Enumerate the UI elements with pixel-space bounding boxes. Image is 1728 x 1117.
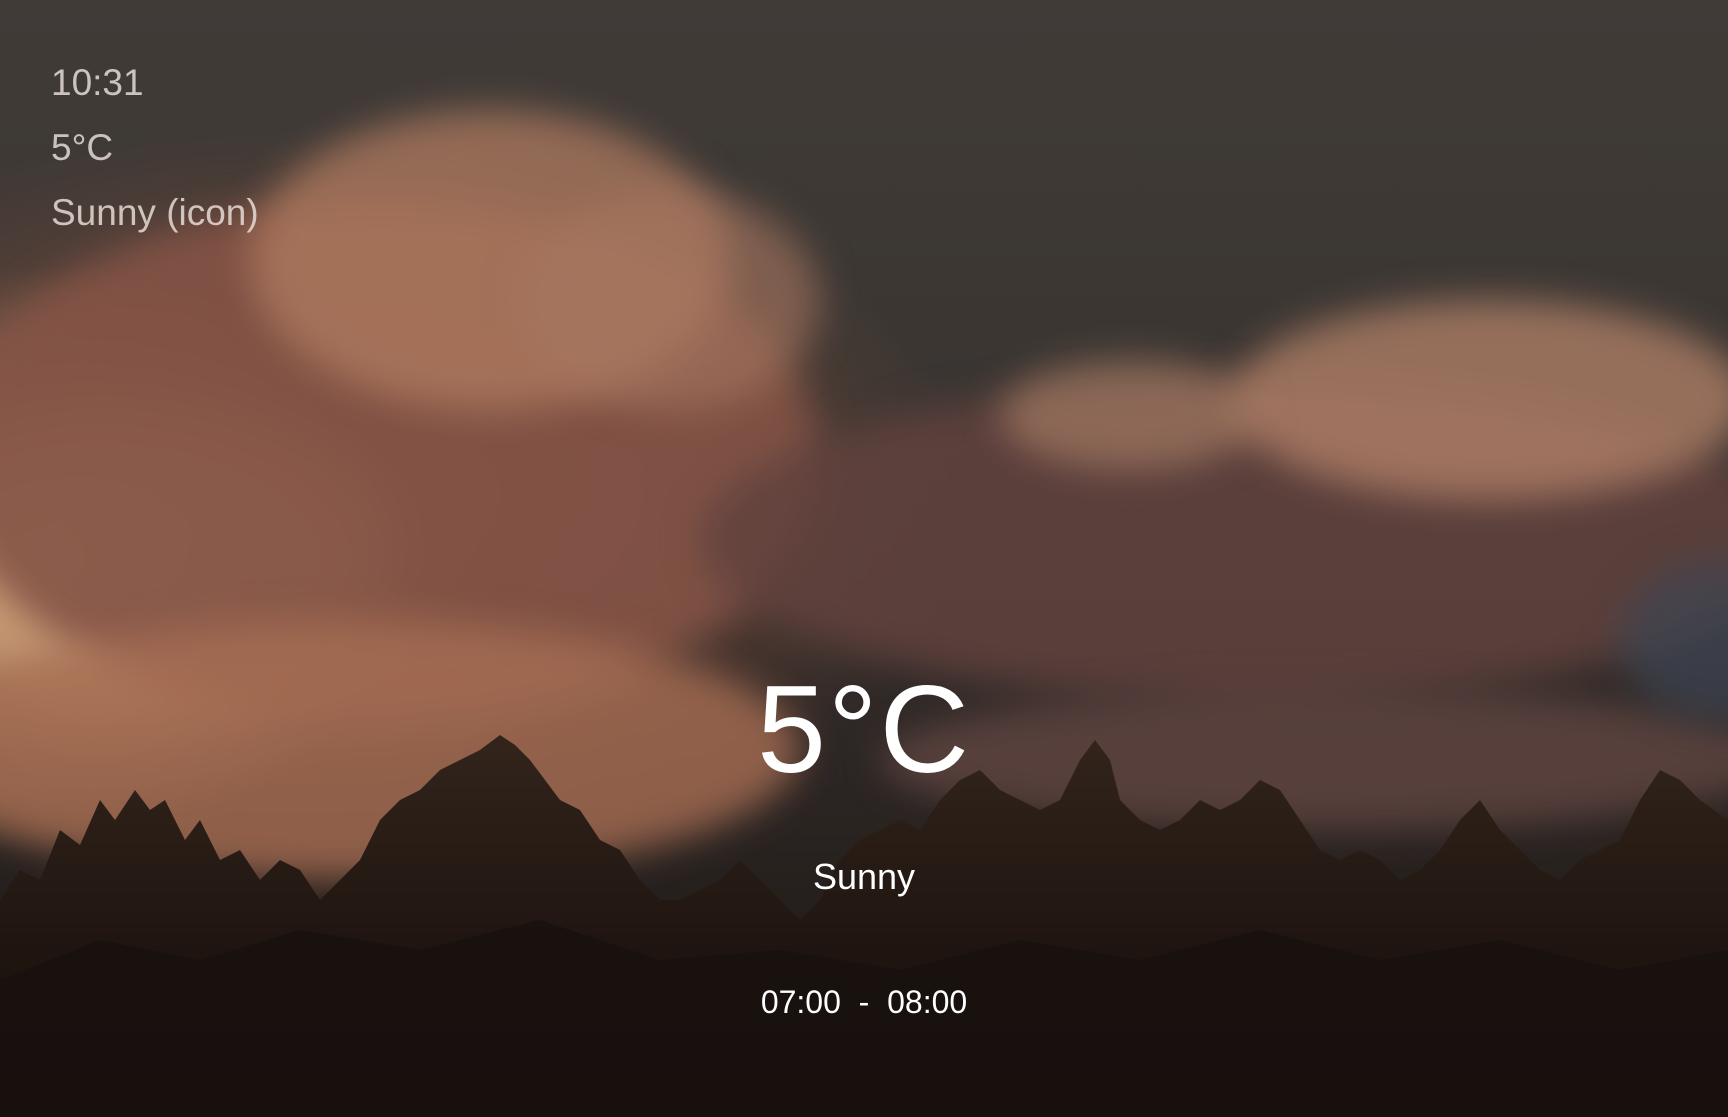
weather-screen: 10:31 5°C Sunny (icon) 5°C Sunny 07:00 -… [0, 0, 1728, 1117]
main-temperature: 5°C [756, 661, 972, 799]
status-temperature: 5°C [51, 127, 114, 168]
status-time: 10:31 [51, 62, 144, 103]
overlay-dim [0, 0, 1728, 1117]
forecast-time-range: 07:00 - 08:00 [760, 984, 968, 1020]
status-panel: 10:31 5°C Sunny (icon) [51, 50, 259, 245]
main-condition: Sunny [812, 856, 916, 897]
status-condition: Sunny (icon) [51, 192, 259, 233]
